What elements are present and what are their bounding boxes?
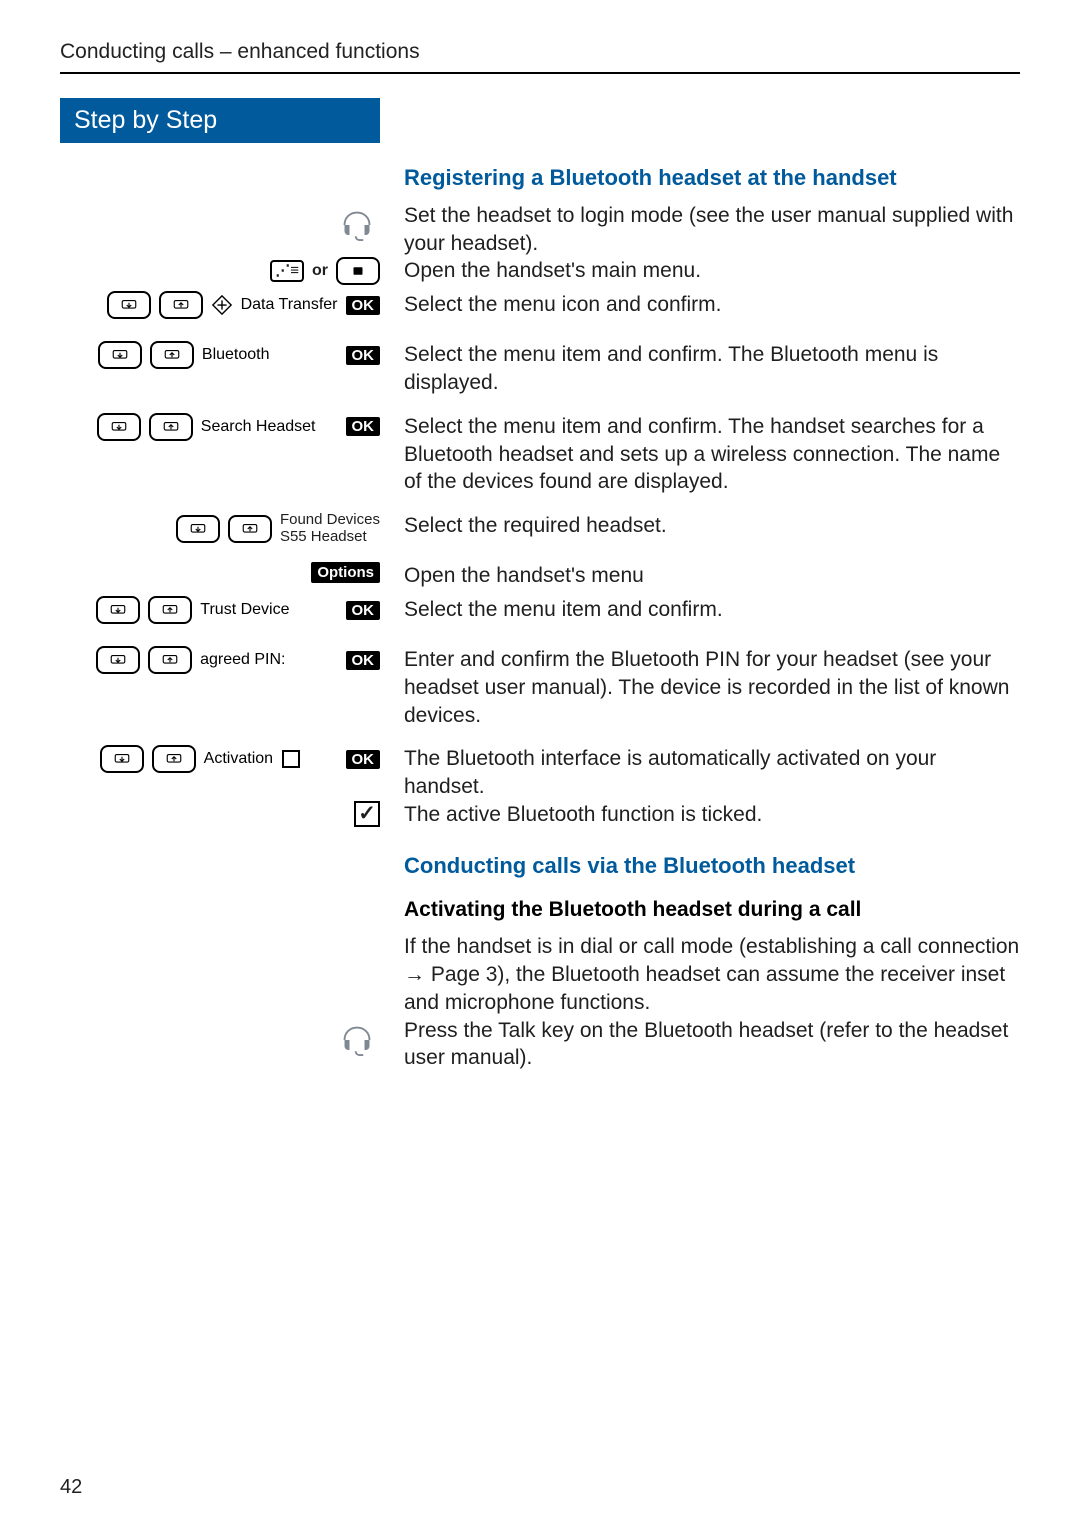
ok-badge: OK <box>346 417 381 436</box>
softkey-up-icon <box>152 745 196 773</box>
running-header: Conducting calls – enhanced functions <box>60 40 1020 64</box>
page-number: 42 <box>60 1476 82 1499</box>
text-select-icon: Select the menu icon and confirm. <box>404 291 1020 319</box>
nav-diamond-icon <box>211 294 233 316</box>
ok-badge: OK <box>346 296 381 315</box>
label-activation-text: Activation <box>204 750 273 767</box>
ok-badge: OK <box>346 750 381 769</box>
label-found-line2: S55 Headset <box>280 528 367 545</box>
text-open-menu: Open the handset's main menu. <box>404 257 1020 285</box>
text-bluetooth: Select the menu item and confirm. The Bl… <box>404 341 1020 396</box>
softkey-down-icon <box>98 341 142 369</box>
softkey-up-icon <box>228 515 272 543</box>
checkbox-empty-icon <box>282 750 300 768</box>
softkey-up-icon <box>150 341 194 369</box>
heading-registering: Registering a Bluetooth headset at the h… <box>404 163 1020 192</box>
label-bluetooth: Bluetooth <box>202 346 270 364</box>
or-label: or <box>312 262 328 280</box>
text-search: Select the menu item and confirm. The ha… <box>404 413 1020 496</box>
label-trust-device: Trust Device <box>200 601 289 619</box>
content-grid: Step by Step Registering a Bluetooth hea… <box>60 98 1020 1072</box>
text-select-headset: Select the required headset. <box>404 512 1020 540</box>
label-agreed-pin: agreed PIN: <box>200 651 285 669</box>
softkey-up-icon <box>148 646 192 674</box>
softkey-down-icon <box>96 596 140 624</box>
ok-badge: OK <box>346 651 381 670</box>
headset-icon <box>334 202 380 248</box>
text-pin: Enter and confirm the Bluetooth PIN for … <box>404 646 1020 729</box>
checkbox-checked-icon: ✓ <box>354 801 380 827</box>
softkey-down-icon <box>100 745 144 773</box>
softkey-down-icon <box>176 515 220 543</box>
center-key-icon <box>336 257 380 285</box>
text-activation: The Bluetooth interface is automatically… <box>404 745 1020 800</box>
text-trust: Select the menu item and confirm. <box>404 596 1020 624</box>
ok-badge: OK <box>346 346 381 365</box>
text-dial-mode: If the handset is in dial or call mode (… <box>404 933 1020 1016</box>
menu-key-icon: ⋰≡ <box>270 260 304 282</box>
manual-page: Conducting calls – enhanced functions St… <box>0 0 1080 1529</box>
text-open-hs-menu: Open the handset's menu <box>404 562 1020 590</box>
label-activation: Activation <box>204 750 300 768</box>
softkey-down-icon <box>107 291 151 319</box>
label-found-devices: Found Devices S55 Headset <box>280 512 380 545</box>
options-softkey: Options <box>311 562 380 583</box>
header-rule <box>60 72 1020 74</box>
label-data-transfer: Data Transfer <box>241 296 338 314</box>
headset-icon <box>334 1017 380 1063</box>
label-found-line1: Found Devices <box>280 511 380 528</box>
text-ticked: The active Bluetooth function is ticked. <box>404 801 1020 829</box>
softkey-up-icon <box>148 596 192 624</box>
label-search-headset: Search Headset <box>201 418 316 436</box>
softkey-down-icon <box>96 646 140 674</box>
heading-activating: Activating the Bluetooth headset during … <box>404 896 1020 924</box>
softkey-down-icon <box>97 413 141 441</box>
softkey-up-icon <box>149 413 193 441</box>
softkey-up-icon <box>159 291 203 319</box>
step-by-step-banner: Step by Step <box>60 98 380 143</box>
ok-badge: OK <box>346 601 381 620</box>
text-set-headset: Set the headset to login mode (see the u… <box>404 202 1020 257</box>
heading-conducting: Conducting calls via the Bluetooth heads… <box>404 851 1020 880</box>
text-press-talk: Press the Talk key on the Bluetooth head… <box>404 1017 1020 1072</box>
